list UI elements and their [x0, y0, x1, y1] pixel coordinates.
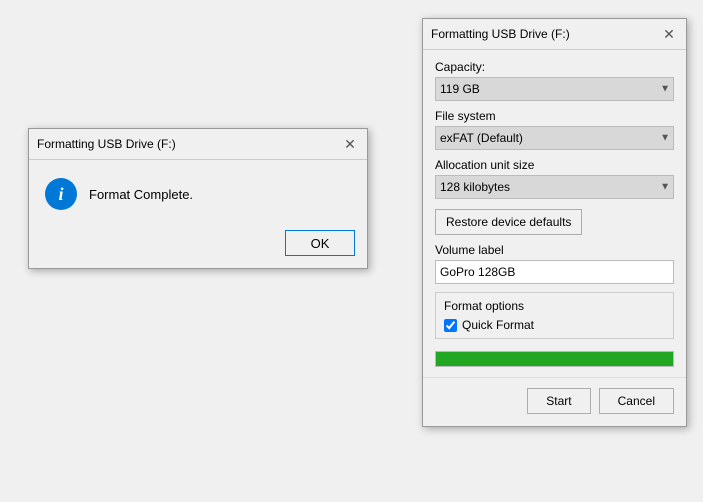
- filesystem-select-wrapper: exFAT (Default) ▼: [435, 126, 674, 150]
- filesystem-select[interactable]: exFAT (Default): [435, 126, 674, 150]
- progress-bar-fill: [436, 352, 673, 366]
- complete-message: Format Complete.: [89, 187, 193, 202]
- info-icon: i: [45, 178, 77, 210]
- volume-input[interactable]: [435, 260, 674, 284]
- complete-dialog: Formatting USB Drive (F:) ✕ i Format Com…: [28, 128, 368, 269]
- format-bottom-buttons: Start Cancel: [423, 377, 686, 426]
- capacity-label: Capacity:: [435, 60, 674, 74]
- alloc-select-wrapper: 128 kilobytes ▼: [435, 175, 674, 199]
- quick-format-row: Quick Format: [444, 318, 665, 332]
- volume-label: Volume label: [435, 243, 674, 257]
- complete-dialog-content: i Format Complete.: [29, 160, 367, 222]
- capacity-select-wrapper: 119 GB ▼: [435, 77, 674, 101]
- progress-bar-container: [435, 351, 674, 367]
- complete-dialog-close[interactable]: ✕: [341, 135, 359, 153]
- capacity-select[interactable]: 119 GB: [435, 77, 674, 101]
- quick-format-label[interactable]: Quick Format: [462, 318, 534, 332]
- start-button[interactable]: Start: [527, 388, 590, 414]
- format-dialog-body: Capacity: 119 GB ▼ File system exFAT (De…: [423, 50, 686, 377]
- cancel-button[interactable]: Cancel: [599, 388, 674, 414]
- complete-dialog-titlebar: Formatting USB Drive (F:) ✕: [29, 129, 367, 160]
- complete-dialog-title: Formatting USB Drive (F:): [37, 137, 176, 151]
- alloc-select[interactable]: 128 kilobytes: [435, 175, 674, 199]
- format-dialog-title: Formatting USB Drive (F:): [431, 27, 570, 41]
- format-dialog: Formatting USB Drive (F:) ✕ Capacity: 11…: [422, 18, 687, 427]
- alloc-label: Allocation unit size: [435, 158, 674, 172]
- quick-format-checkbox[interactable]: [444, 319, 457, 332]
- complete-button-row: OK: [29, 222, 367, 268]
- restore-defaults-button[interactable]: Restore device defaults: [435, 209, 582, 235]
- filesystem-label: File system: [435, 109, 674, 123]
- format-options-label: Format options: [444, 299, 665, 313]
- format-options-box: Format options Quick Format: [435, 292, 674, 339]
- format-dialog-close[interactable]: ✕: [660, 25, 678, 43]
- ok-button[interactable]: OK: [285, 230, 355, 256]
- format-dialog-titlebar: Formatting USB Drive (F:) ✕: [423, 19, 686, 50]
